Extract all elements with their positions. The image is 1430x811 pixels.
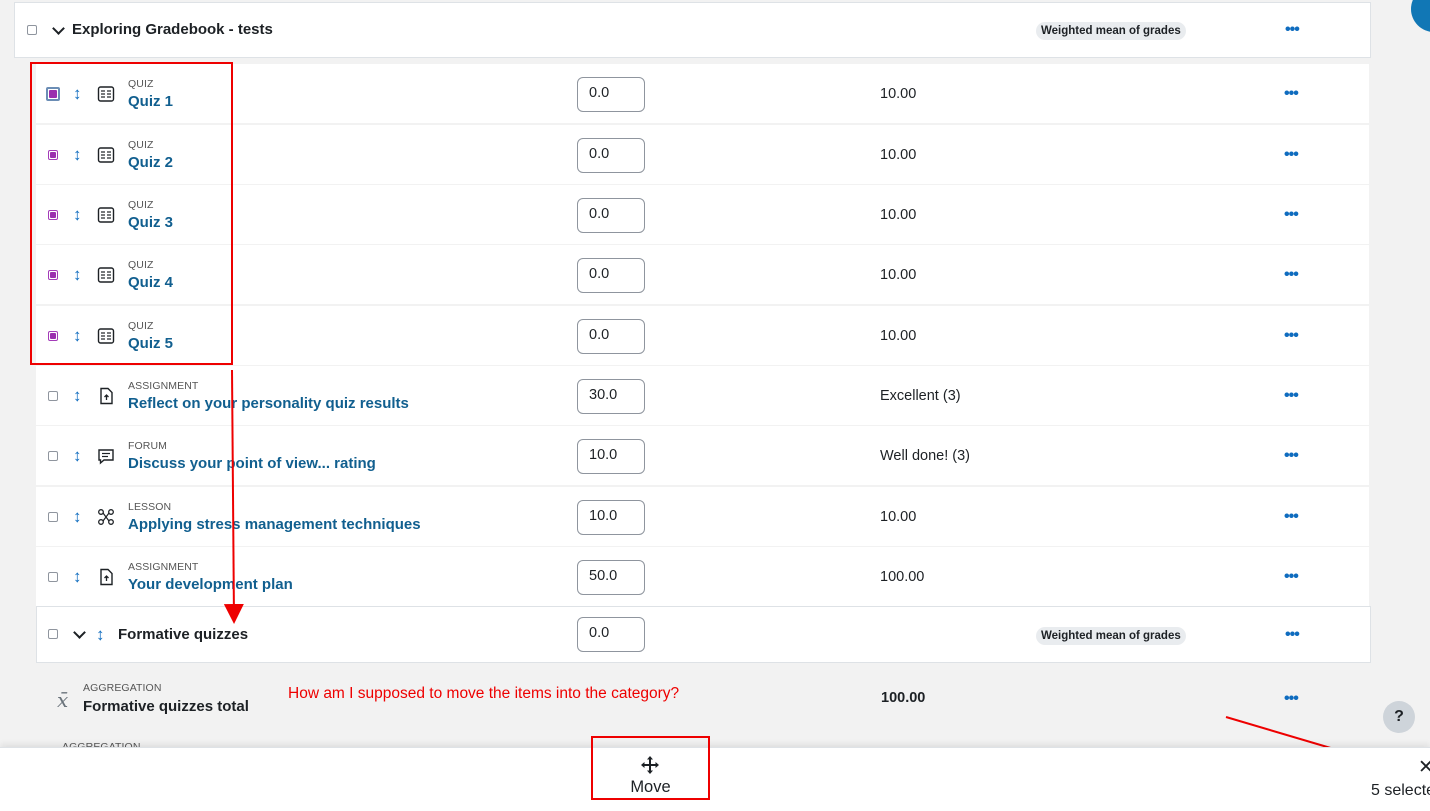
category-name: Formative quizzes (118, 626, 249, 643)
item-select-checkbox[interactable] (48, 391, 58, 401)
drag-handle-icon[interactable]: ↕ (96, 626, 105, 643)
grade-item-row: ↕ QUIZ Quiz 3 0.0 10.00 ••• (36, 185, 1369, 244)
item-type: ASSIGNMENT (128, 561, 199, 573)
max-grade: Excellent (3) (880, 388, 961, 404)
category-checkbox[interactable] (48, 629, 58, 639)
item-actions-menu[interactable]: ••• (1284, 86, 1299, 102)
close-icon[interactable]: ✕ (1418, 756, 1430, 779)
selection-count: 5 selected (1371, 782, 1430, 799)
item-actions-menu[interactable]: ••• (1284, 207, 1299, 223)
item-actions-menu[interactable]: ••• (1284, 448, 1299, 464)
grade-item-row: ↕ FORUM Discuss your point of view... rati… (36, 426, 1369, 485)
grade-item-row: ↕ QUIZ Quiz 5 0.0 10.00 ••• (36, 306, 1369, 365)
grade-item-row: ↕ QUIZ Quiz 1 0.0 10.00 ••• (36, 64, 1369, 123)
aggregation-badge: Weighted mean of grades (1036, 22, 1186, 40)
item-select-checkbox[interactable] (48, 572, 58, 582)
assignment-upload-icon (97, 387, 115, 405)
max-grade: 10.00 (880, 86, 917, 102)
max-grade: Well done! (3) (880, 448, 970, 464)
weight-input[interactable]: 0.0 (577, 258, 645, 293)
drag-handle-icon[interactable]: ↕ (73, 387, 82, 404)
total-name: Formative quizzes total (83, 698, 249, 715)
max-grade: 10.00 (880, 147, 917, 163)
lesson-icon (97, 508, 115, 526)
bulk-action-bar (0, 747, 1430, 811)
help-button[interactable]: ? (1383, 701, 1415, 733)
item-actions-menu[interactable]: ••• (1284, 328, 1299, 344)
item-select-checkbox[interactable] (48, 512, 58, 522)
max-grade: 10.00 (880, 328, 917, 344)
drawer-toggle-button[interactable] (1411, 0, 1430, 32)
chevron-down-icon[interactable] (52, 22, 65, 35)
category-actions-menu[interactable]: ••• (1285, 22, 1300, 38)
total-actions-menu[interactable]: ••• (1284, 691, 1299, 707)
max-grade: 10.00 (880, 509, 917, 525)
chevron-down-icon[interactable] (73, 626, 86, 639)
item-type: AGGREGATION (83, 682, 162, 694)
item-actions-menu[interactable]: ••• (1284, 509, 1299, 525)
grade-item-row: ↕ ASSIGNMENT Your development plan 50.0 100.… (36, 547, 1369, 606)
item-name-link[interactable]: Applying stress management techniques (128, 516, 421, 533)
weight-input[interactable]: 10.0 (577, 439, 645, 474)
item-name-link[interactable]: Your development plan (128, 576, 293, 593)
item-select-checkbox[interactable] (48, 451, 58, 461)
aggregation-badge: Weighted mean of grades (1036, 627, 1186, 645)
grade-item-row: ↕ ASSIGNMENT Reflect on your personality q… (36, 366, 1369, 425)
category-header-formative: ↕ Formative quizzes 0.0 Weighted mean of… (36, 606, 1371, 663)
item-actions-menu[interactable]: ••• (1284, 147, 1299, 163)
grade-item-row: ↕ LESSON Applying stress management techni… (36, 487, 1369, 546)
grade-item-row: ↕ QUIZ Quiz 4 0.0 10.00 ••• (36, 245, 1369, 304)
category-header-top: Exploring Gradebook - tests Weighted mea… (14, 2, 1371, 58)
item-actions-menu[interactable]: ••• (1284, 388, 1299, 404)
annotation-box-move (591, 736, 710, 800)
weight-input[interactable]: 10.0 (577, 500, 645, 535)
forum-icon (97, 447, 115, 465)
drag-handle-icon[interactable]: ↕ (73, 447, 82, 464)
max-grade: 100.00 (880, 569, 925, 585)
item-type: LESSON (128, 501, 172, 513)
weight-input[interactable]: 30.0 (577, 379, 645, 414)
weight-input[interactable]: 0.0 (577, 198, 645, 233)
annotation-text: How am I supposed to move the items into… (288, 685, 680, 702)
weight-input[interactable]: 50.0 (577, 560, 645, 595)
category-actions-menu[interactable]: ••• (1285, 627, 1300, 643)
mean-icon: x̄ (57, 688, 69, 712)
max-grade: 10.00 (880, 207, 917, 223)
drag-handle-icon[interactable]: ↕ (73, 508, 82, 525)
category-total-row: x̄ AGGREGATION Formative quizzes total 1… (36, 672, 1371, 732)
item-actions-menu[interactable]: ••• (1284, 569, 1299, 585)
item-name-link[interactable]: Reflect on your personality quiz results (128, 395, 409, 412)
item-type: FORUM (128, 440, 167, 452)
total-max-grade: 100.00 (881, 690, 926, 706)
weight-input[interactable]: 0.0 (577, 319, 645, 354)
weight-input[interactable]: 0.0 (577, 138, 645, 173)
weight-input[interactable]: 0.0 (577, 617, 645, 652)
category-name: Exploring Gradebook - tests (72, 21, 273, 38)
drag-handle-icon[interactable]: ↕ (73, 568, 82, 585)
assignment-upload-icon (97, 568, 115, 586)
item-type: ASSIGNMENT (128, 380, 199, 392)
weight-input[interactable]: 0.0 (577, 77, 645, 112)
grade-item-row: ↕ QUIZ Quiz 2 0.0 10.00 ••• (36, 125, 1369, 184)
item-actions-menu[interactable]: ••• (1284, 267, 1299, 283)
annotation-box-selected-quizzes (30, 62, 233, 365)
item-name-link[interactable]: Discuss your point of view... rating (128, 455, 376, 472)
category-checkbox[interactable] (27, 25, 37, 35)
max-grade: 10.00 (880, 267, 917, 283)
